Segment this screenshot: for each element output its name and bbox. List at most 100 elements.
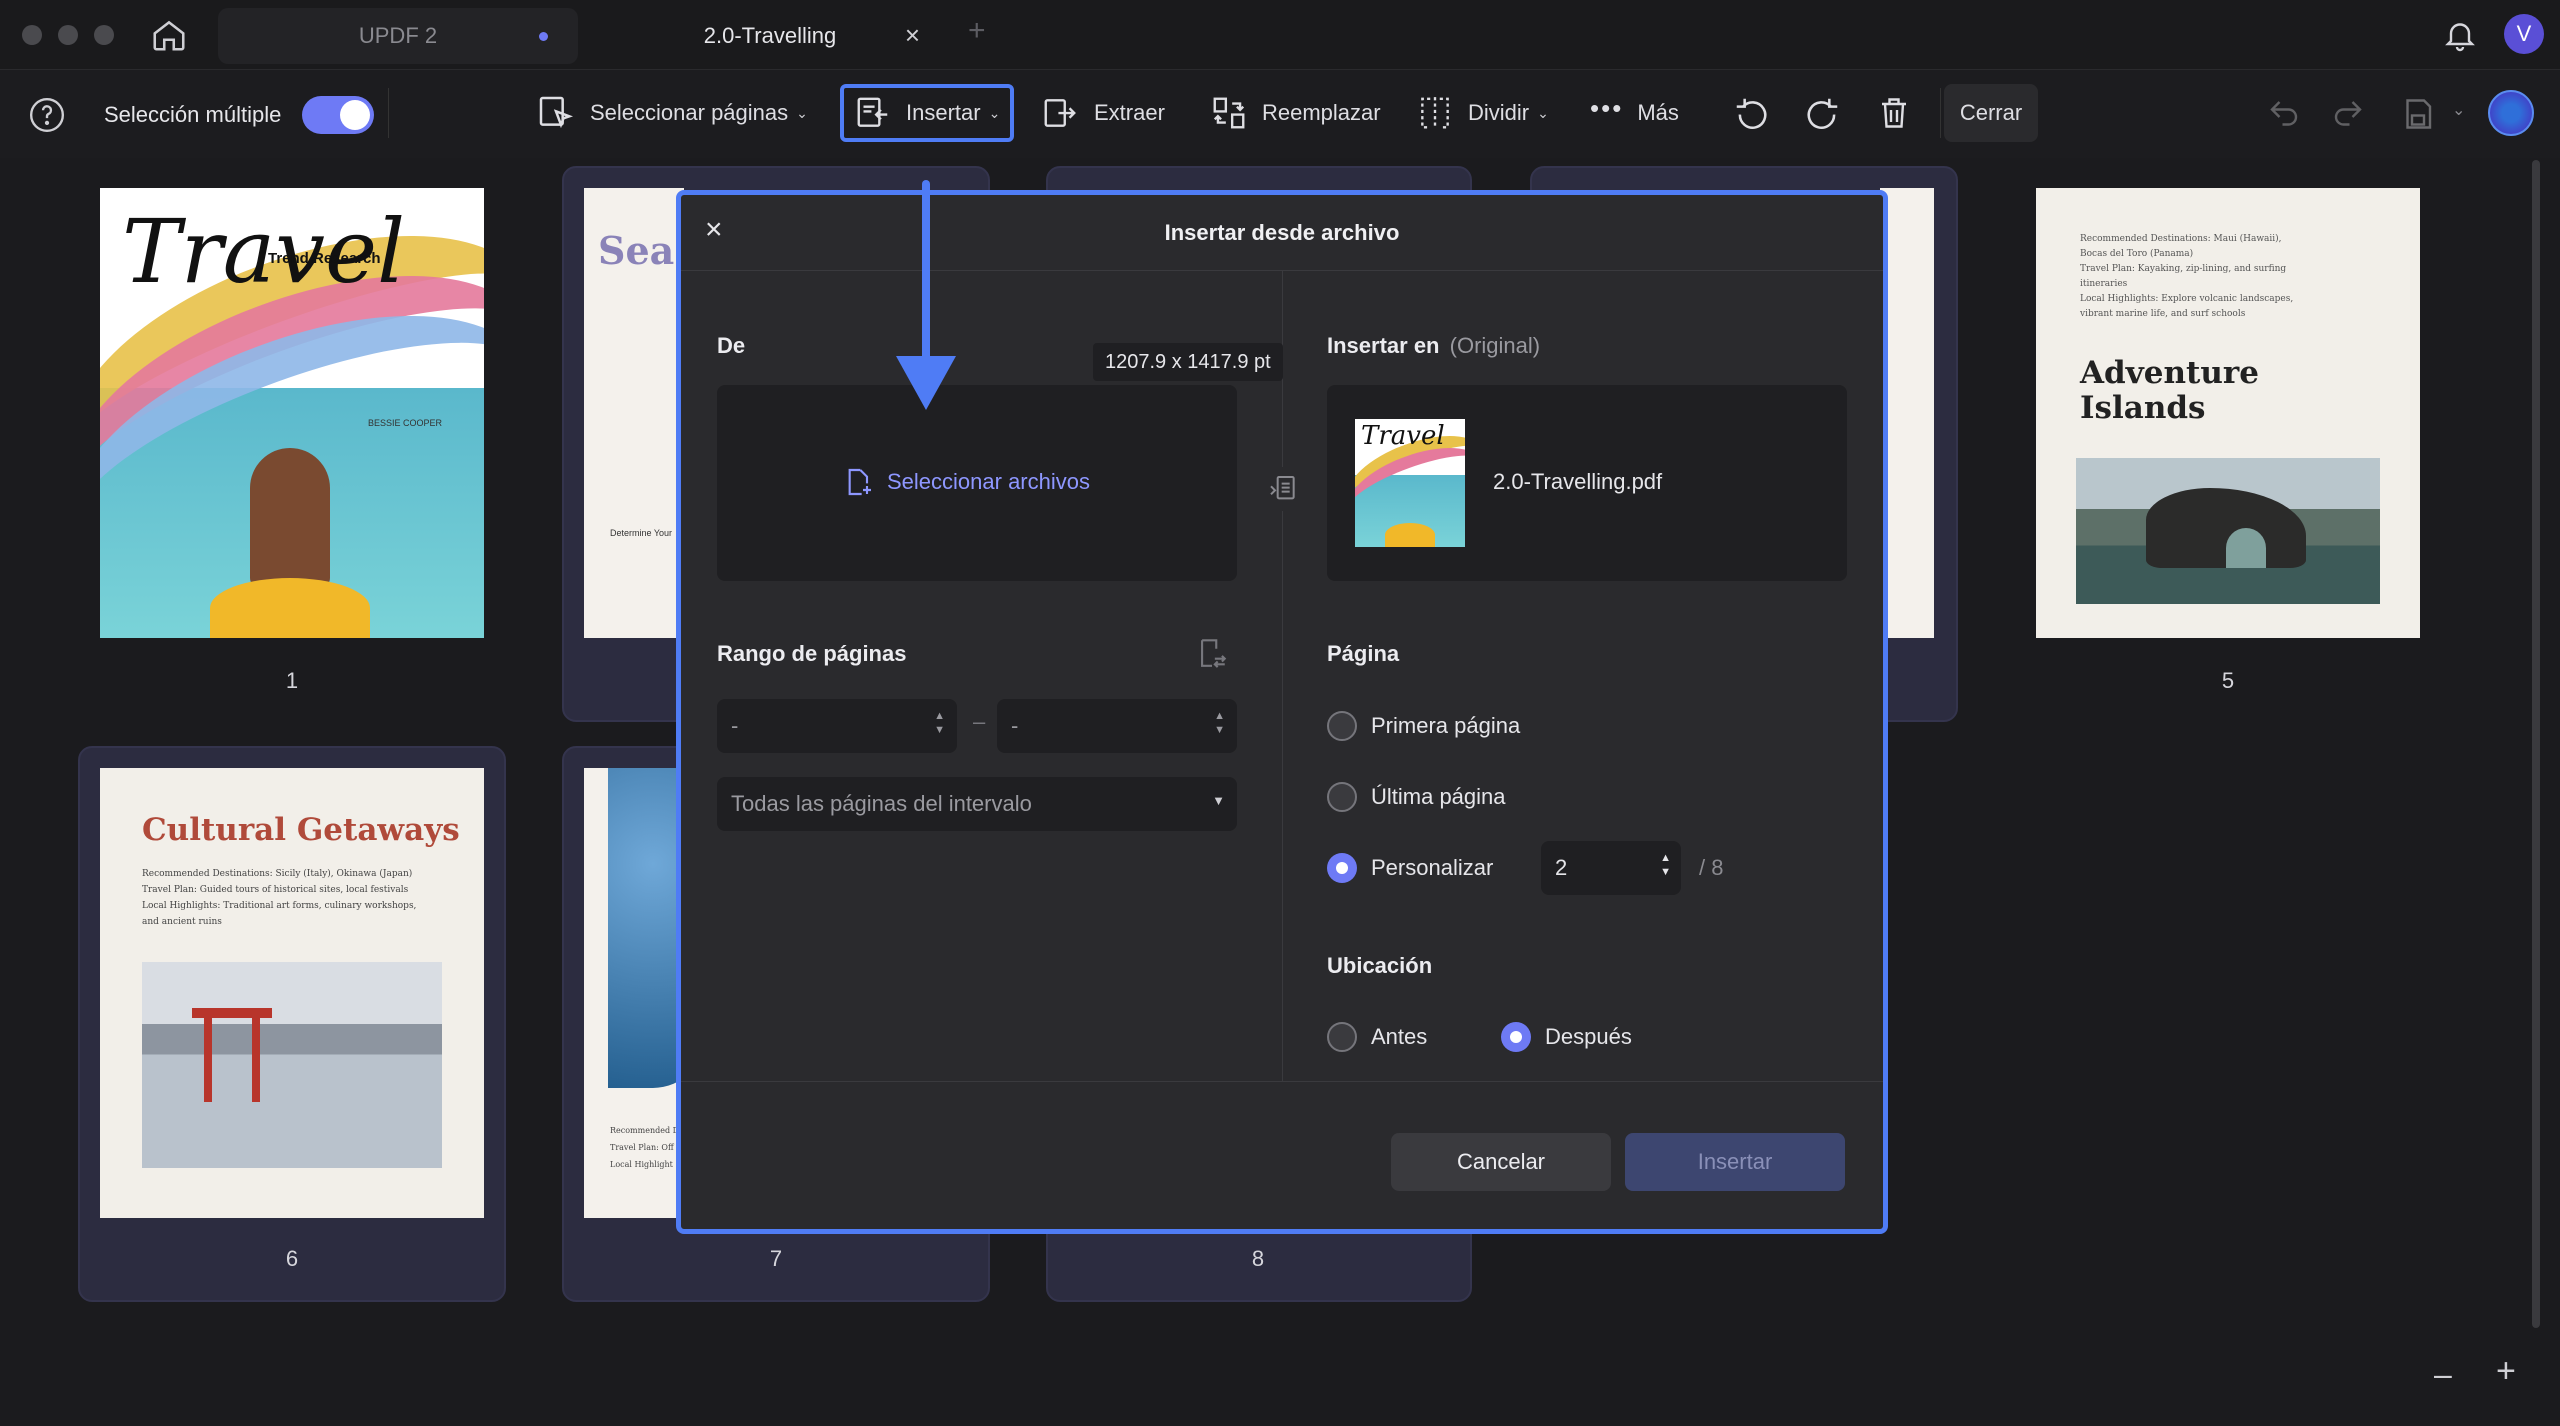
home-icon[interactable] — [150, 16, 188, 59]
insert-from-file-dialog: Insertar desde archivo × De Seleccionar … — [676, 190, 1888, 1234]
split-icon — [1421, 97, 1449, 129]
page-thumbnail-5[interactable]: Recommended Destinations: Maui (Hawaii),… — [2036, 188, 2420, 638]
window-close-control[interactable] — [22, 25, 42, 45]
select-files-label: Seleccionar archivos — [887, 469, 1090, 494]
stepper-icon[interactable]: ▲ ▼ — [1214, 709, 1225, 737]
window-zoom-control[interactable] — [94, 25, 114, 45]
page1-author: BESSIE COOPER — [368, 418, 443, 428]
ocean-image — [608, 768, 680, 1088]
split-label: Dividir — [1468, 100, 1530, 125]
insert-confirm-button[interactable]: Insertar — [1625, 1133, 1845, 1191]
range-to-input[interactable]: - ▲ ▼ — [997, 699, 1237, 753]
range-mode-select[interactable]: Todas las páginas del intervalo ▼ — [717, 777, 1237, 831]
tab-updf[interactable]: UPDF 2 — [218, 8, 578, 64]
multi-select-label: Selección múltiple — [104, 102, 282, 127]
select-pages-label: Seleccionar páginas — [590, 100, 789, 125]
page-thumbnail-4[interactable] — [1880, 188, 1934, 638]
last-page-radio[interactable] — [1327, 782, 1357, 812]
close-button[interactable]: Cerrar — [1944, 84, 2038, 142]
page7-text: Recommended D Travel Plan: Off Local Highl… — [610, 1126, 680, 1169]
dropdown-arrow-icon: ▼ — [1212, 793, 1225, 808]
page2-title: Sea — [598, 228, 675, 273]
cancel-button[interactable]: Cancelar — [1391, 1133, 1611, 1191]
page-thumbnail-1[interactable]: Travel Trend Research BESSIE COOPER — [100, 188, 484, 638]
swap-files-icon[interactable] — [1261, 467, 1305, 511]
last-page-label[interactable]: Última página — [1371, 784, 1506, 810]
save-icon[interactable] — [2400, 96, 2436, 137]
custom-label[interactable]: Personalizar — [1371, 855, 1493, 881]
stepper-icon[interactable]: ▲ ▼ — [1660, 851, 1671, 879]
help-icon[interactable] — [28, 96, 66, 139]
first-page-label[interactable]: Primera página — [1371, 713, 1520, 739]
island-image — [2076, 458, 2380, 604]
dialog-close-icon[interactable]: × — [705, 213, 723, 247]
new-tab-icon[interactable]: + — [968, 14, 986, 48]
delete-button[interactable] — [1866, 84, 1922, 142]
page-label: Página — [1327, 641, 1400, 666]
torii-post — [252, 1012, 260, 1102]
torii-post — [204, 1012, 212, 1102]
first-page-radio[interactable] — [1327, 711, 1357, 741]
tab-close-icon[interactable]: × — [905, 20, 920, 51]
page2-text: Determine Your — [610, 528, 673, 538]
swap-range-icon[interactable] — [1195, 635, 1229, 676]
range-from-input[interactable]: - ▲ ▼ — [717, 699, 957, 753]
column-divider — [1282, 271, 1283, 1081]
multi-select-toggle[interactable] — [302, 96, 374, 134]
page-range-label: Rango de páginas — [717, 641, 907, 666]
select-files-link[interactable]: Seleccionar archivos — [843, 465, 1090, 499]
before-label[interactable]: Antes — [1371, 1024, 1427, 1050]
title-bar: UPDF 2 2.0-Travelling × + V — [0, 0, 2560, 70]
after-radio[interactable] — [1501, 1022, 1531, 1052]
stepper-icon[interactable]: ▲ ▼ — [934, 709, 945, 737]
redo-icon[interactable] — [2330, 96, 2366, 137]
location-label: Ubicación — [1327, 953, 1433, 978]
ai-assistant-icon[interactable] — [2488, 90, 2534, 136]
more-button[interactable]: ••• Más — [1580, 84, 1689, 142]
after-label[interactable]: Después — [1545, 1024, 1632, 1050]
select-cursor-icon — [539, 96, 574, 129]
target-file-thumbnail: Travel — [1355, 419, 1465, 547]
tab-travelling[interactable]: 2.0-Travelling × — [590, 8, 950, 64]
vertical-scrollbar[interactable] — [2532, 160, 2540, 1328]
rotate-left-button[interactable] — [1722, 84, 1780, 142]
custom-page-value: 2 — [1555, 855, 1568, 880]
page-number: 8 — [1251, 1246, 1265, 1271]
thumbnail-title: Travel — [1361, 421, 1445, 451]
file-dropzone[interactable]: Seleccionar archivos — [717, 385, 1237, 581]
rotate-right-button[interactable] — [1794, 84, 1852, 142]
insert-page-icon — [857, 97, 888, 127]
select-pages-button[interactable]: Seleccionar páginas ⌄ — [526, 84, 818, 142]
insert-button[interactable]: Insertar ⌄ — [840, 84, 1014, 142]
chevron-down-icon: ⌄ — [796, 104, 808, 121]
insert-in-label: Insertar en (Original) — [1327, 333, 1541, 358]
undo-icon[interactable] — [2266, 96, 2302, 137]
bell-icon[interactable] — [2442, 16, 2478, 59]
page-number: 6 — [285, 1246, 299, 1271]
toggle-knob — [340, 100, 370, 130]
chevron-down-icon: ⌄ — [988, 104, 1001, 121]
page-number: 5 — [2221, 668, 2235, 693]
extract-button[interactable]: Extraer — [1030, 84, 1175, 142]
custom-radio[interactable] — [1327, 853, 1357, 883]
avatar[interactable]: V — [2504, 14, 2544, 54]
zoom-in-button[interactable]: + — [2496, 1352, 2516, 1391]
traveler-figure — [250, 448, 330, 588]
page6-title: Cultural Getaways — [142, 812, 460, 848]
page-number: 1 — [285, 668, 299, 693]
before-radio[interactable] — [1327, 1022, 1357, 1052]
window-minimize-control[interactable] — [58, 25, 78, 45]
chevron-down-icon[interactable]: ⌄ — [2452, 100, 2465, 120]
torii-image — [142, 962, 442, 1168]
zoom-out-button[interactable]: – — [2434, 1356, 2452, 1393]
split-button[interactable]: Dividir ⌄ — [1406, 84, 1559, 142]
range-from-value: - — [731, 713, 739, 738]
page-thumbnail-6[interactable]: Cultural Getaways Recommended Destinatio… — [100, 768, 484, 1218]
custom-page-input[interactable]: 2 ▲ ▼ — [1541, 841, 1681, 895]
page5-text: Recommended Destinations: Maui (Hawaii),… — [2080, 234, 2294, 319]
replace-button[interactable]: Reemplazar — [1200, 84, 1391, 142]
page-thumbnail-7[interactable]: Recommended D Travel Plan: Off Local Highl… — [584, 768, 680, 1218]
page-thumbnail-2[interactable]: Sea Determine Your — [584, 188, 684, 638]
annotation-arrow-shaft — [922, 180, 930, 364]
tab-label: UPDF 2 — [358, 23, 438, 48]
